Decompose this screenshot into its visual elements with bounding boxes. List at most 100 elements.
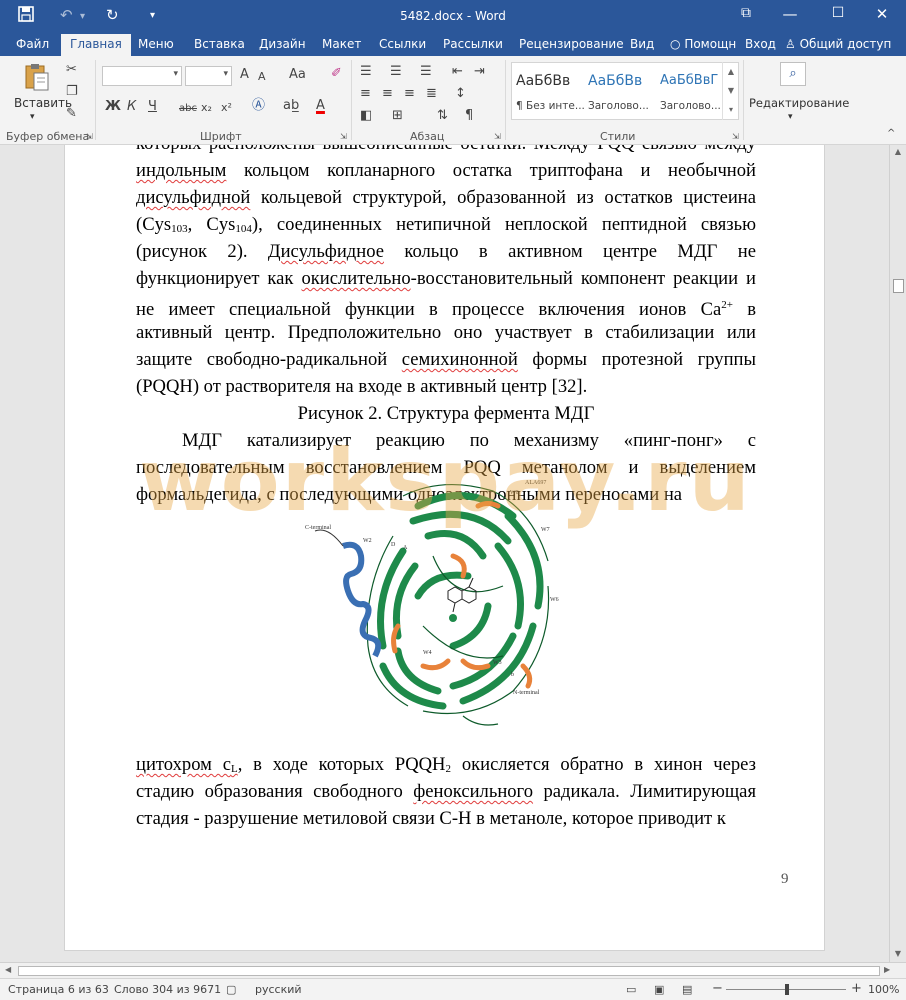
style-sample: АаБбВвГ — [660, 73, 719, 88]
signin-link[interactable]: Вход — [745, 37, 776, 51]
highlight-icon[interactable]: ab̲ — [283, 98, 299, 114]
vertical-scrollbar[interactable]: ▲ ▼ — [889, 145, 906, 962]
strikethrough-button[interactable]: abc — [179, 101, 197, 117]
text-fragment: , Cys — [187, 214, 236, 235]
paragraph-launcher-icon[interactable]: ⇲ — [494, 132, 501, 141]
style-name: Заголово... — [588, 100, 649, 112]
tab-home[interactable]: Главная — [61, 34, 131, 56]
web-layout-icon[interactable]: ▤ — [682, 983, 692, 996]
align-left-icon[interactable]: ≡ — [360, 86, 371, 102]
style-heading-1[interactable]: АаБбВв Заголово... — [584, 63, 656, 119]
zoom-out-button[interactable]: − — [712, 981, 723, 996]
text-fragment: в — [732, 299, 756, 320]
show-marks-icon[interactable]: ¶ — [465, 108, 473, 124]
proofing-icon[interactable]: ▢ — [226, 983, 236, 996]
chevron-up-icon[interactable]: ▲ — [890, 147, 906, 156]
styles-scroll[interactable]: ▲ ▼ ▾ — [722, 62, 739, 120]
chevron-right-icon[interactable]: ▶ — [884, 965, 890, 974]
clipboard-launcher-icon[interactable]: ⇲ — [86, 132, 93, 141]
numbering-icon[interactable]: ☰ — [390, 64, 402, 80]
italic-button[interactable]: К — [127, 99, 136, 115]
style-heading-2[interactable]: АаБбВвГ Заголово... — [656, 63, 728, 119]
share-button[interactable]: ♙ Общий доступ — [785, 37, 891, 51]
paste-dropdown-icon: ▾ — [30, 112, 35, 122]
print-layout-icon[interactable]: ▣ — [654, 983, 664, 996]
borders-icon[interactable]: ⊞ — [392, 108, 403, 124]
tab-menu[interactable]: Меню — [138, 37, 174, 51]
maximize-button[interactable]: ☐ — [818, 5, 858, 21]
text-fragment: цитохром c — [136, 754, 231, 775]
text-effects-icon[interactable]: Ⓐ — [252, 98, 265, 114]
zoom-in-button[interactable]: + — [851, 981, 862, 996]
subscript-button[interactable]: x₂ — [201, 100, 212, 116]
ribbon-tabs: Файл Главная Меню Вставка Дизайн Макет С… — [0, 32, 906, 56]
style-no-spacing[interactable]: АаБбВв ¶ Без инте... — [512, 63, 585, 119]
underline-button[interactable]: Ч — [148, 99, 157, 115]
shrink-font-icon[interactable]: A — [258, 69, 266, 85]
document-page[interactable]: которых расположены вышеописанные остатк… — [64, 145, 825, 951]
minimize-button[interactable]: — — [770, 5, 810, 23]
tell-me-button[interactable]: ○ Помощн — [670, 37, 736, 51]
decrease-indent-icon[interactable]: ⇤ — [452, 64, 463, 80]
font-size-combo[interactable]: ▾ — [185, 66, 232, 86]
zoom-level[interactable]: 100% — [868, 983, 899, 996]
tab-references[interactable]: Ссылки — [379, 37, 426, 51]
copy-icon[interactable]: ❐ — [66, 84, 78, 100]
align-right-icon[interactable]: ≡ — [404, 86, 415, 102]
ribbon-display-options-icon[interactable]: ⧉ — [726, 5, 766, 21]
tab-insert[interactable]: Вставка — [194, 37, 245, 51]
horizontal-scrollbar[interactable]: ◀ ▶ — [0, 962, 906, 978]
grow-font-icon[interactable]: A — [240, 67, 249, 83]
text-line: стадия - разрушение метиловой связи С-Н … — [136, 808, 726, 829]
font-launcher-icon[interactable]: ⇲ — [340, 132, 347, 141]
more-icon[interactable]: ▾ — [723, 100, 739, 119]
font-color-icon[interactable]: A — [316, 98, 325, 114]
title-bar: ↶ ▾ ↻ ▾ 5482.docx - Word ⧉ — ☐ ✕ — [0, 0, 906, 32]
ribbon: Вставить ▾ ✂ ❐ ✎ Буфер обмена ⇲ ▾ ▾ A A … — [0, 56, 906, 145]
justify-icon[interactable]: ≣ — [426, 86, 437, 102]
style-sample: АаБбВв — [588, 73, 643, 89]
shading-icon[interactable]: ◧ — [360, 108, 372, 124]
collapse-ribbon-icon[interactable]: ^ — [887, 126, 895, 142]
close-button[interactable]: ✕ — [862, 5, 902, 23]
paste-label: Вставить — [14, 96, 73, 110]
chevron-down-icon[interactable]: ▼ — [723, 81, 739, 100]
format-painter-icon[interactable]: ✎ — [66, 106, 77, 122]
tab-mailings[interactable]: Рассылки — [443, 37, 503, 51]
tab-review[interactable]: Рецензирование — [519, 37, 624, 51]
language-indicator[interactable]: русский — [255, 983, 302, 996]
bullets-icon[interactable]: ☰ — [360, 64, 372, 80]
multilevel-list-icon[interactable]: ☰ — [420, 64, 432, 80]
cut-icon[interactable]: ✂ — [66, 62, 77, 78]
increase-indent-icon[interactable]: ⇥ — [474, 64, 485, 80]
tab-design[interactable]: Дизайн — [259, 37, 306, 51]
clear-formatting-icon[interactable]: ✐ — [331, 66, 342, 82]
styles-launcher-icon[interactable]: ⇲ — [732, 132, 739, 141]
read-mode-icon[interactable]: ▭ — [626, 983, 636, 996]
zoom-slider-thumb[interactable] — [785, 984, 789, 995]
tab-file[interactable]: Файл — [16, 37, 49, 51]
chevron-left-icon[interactable]: ◀ — [5, 965, 11, 974]
text-fragment: окисляется обратно в хинон через — [451, 754, 756, 775]
group-styles-label: Стили — [600, 130, 636, 143]
change-case-icon[interactable]: Aa — [289, 67, 306, 83]
tab-view[interactable]: Вид — [630, 37, 654, 51]
page-count[interactable]: Страница 6 из 63 — [8, 983, 109, 996]
superscript-button[interactable]: x² — [221, 100, 232, 116]
chevron-up-icon[interactable]: ▲ — [723, 62, 739, 81]
superscript-text: 2+ — [721, 299, 733, 311]
line-spacing-icon[interactable]: ↕ — [455, 86, 466, 102]
word-count[interactable]: Слово 304 из 9671 — [114, 983, 221, 996]
align-center-icon[interactable]: ≡ — [382, 86, 393, 102]
scroll-thumb[interactable] — [893, 279, 904, 293]
bold-button[interactable]: Ж — [105, 99, 121, 115]
spellcheck-word: семихинонной — [401, 349, 518, 370]
font-name-combo[interactable]: ▾ — [102, 66, 182, 86]
ribbon-structure — [314, 484, 550, 726]
figure-label: W7 — [541, 527, 550, 533]
tab-layout[interactable]: Макет — [322, 37, 361, 51]
sort-icon[interactable]: ⇅ — [437, 108, 448, 124]
scroll-thumb[interactable] — [18, 966, 880, 976]
divider — [351, 60, 352, 140]
chevron-down-icon[interactable]: ▼ — [890, 949, 906, 958]
